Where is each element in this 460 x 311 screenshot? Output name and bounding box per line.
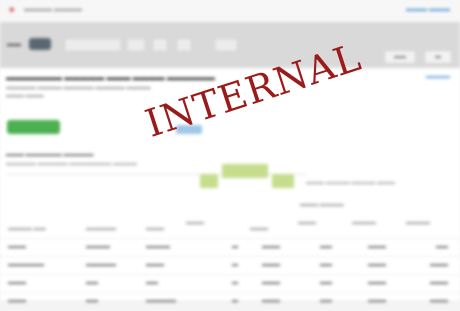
top-bar: ✦ ▬▬▬▬ ▬▬▬▬ ▬▬▬ ▬▬▬	[0, 0, 460, 23]
table-cell: ▬▬▬	[8, 244, 26, 250]
table-cell: ▬	[232, 244, 238, 250]
table-cell: ▬	[232, 262, 238, 268]
table-cell: ▬▬▬▬▬	[146, 298, 176, 304]
table-cell: ▬▬▬	[146, 262, 164, 268]
table-cell: ▬▬▬	[262, 244, 280, 250]
col-header-blurred[interactable]: ▬▬▬▬▬	[86, 226, 116, 232]
col-header-blurred[interactable]: ▬▬▬	[250, 226, 268, 232]
table-cell: ▬	[232, 298, 238, 304]
toolbar-field[interactable]	[64, 38, 122, 52]
col-header-blurred[interactable]: ▬▬▬▬	[352, 220, 376, 226]
timeline-block	[272, 174, 294, 188]
primary-action-button[interactable]	[7, 120, 60, 134]
table-cell: ▬▬▬	[368, 298, 386, 304]
table-cell: ▬▬▬	[430, 298, 448, 304]
table-cell: ▬▬▬	[430, 280, 448, 286]
table-cell: ▬▬▬	[8, 298, 26, 304]
record-title-blurred: ▬▬▬▬▬▬▬ ▬▬▬▬▬ ▬▬▬ ▬▬▬▬ ▬▬▬▬▬▬	[6, 73, 215, 82]
col-header-blurred[interactable]: ▬▬▬	[186, 220, 204, 226]
table-cell: ▬▬	[320, 262, 332, 268]
table-cell: ▬▬▬▬	[146, 244, 170, 250]
table-cell: ▬▬▬	[430, 262, 448, 268]
app-logo: ✦	[8, 5, 16, 15]
toolbar-field[interactable]	[126, 38, 146, 52]
toolbar-right-button[interactable]: ▬▬	[384, 50, 416, 64]
table-cell: ▬▬▬	[262, 298, 280, 304]
top-right-link-blurred[interactable]: ▬▬▬ ▬▬▬	[406, 6, 450, 13]
record-subtitle-blurred: ▬▬▬▬▬ ▬▬▬▬ ▬▬▬▬▬ ▬▬▬▬▬ ▬▬▬▬	[6, 85, 151, 91]
toolbar-field[interactable]	[176, 38, 192, 52]
toolbar-label-blurred: ▬▬	[7, 41, 21, 48]
table-cell: ▬▬▬	[368, 280, 386, 286]
table-cell: ▬▬▬	[368, 262, 386, 268]
section-sub-blurred: ▬▬▬▬▬ ▬▬▬▬▬ ▬▬▬▬▬▬▬ ▬▬▬▬	[6, 161, 138, 167]
table-row[interactable]: ▬▬▬ ▬▬▬▬ ▬▬▬▬ ▬ ▬▬▬ ▬▬ ▬▬▬ ▬▬	[0, 238, 460, 257]
table-cell: ▬▬	[146, 280, 158, 286]
toolbar-right-button[interactable]: ▬	[424, 50, 452, 64]
table-cell: ▬▬	[320, 298, 332, 304]
table-cell: ▬▬▬	[8, 280, 26, 286]
timeline-block	[200, 174, 218, 188]
record-subtitle-blurred: ▬▬▬ ▬▬▬	[6, 93, 44, 99]
table-cell: ▬▬	[86, 298, 98, 304]
table-cell: ▬▬▬▬▬	[86, 262, 116, 268]
toolbar-selected-pill[interactable]	[29, 38, 51, 50]
timeline-block	[222, 164, 268, 178]
table-cell: ▬▬▬▬	[86, 244, 110, 250]
table-cell: ▬▬▬▬▬▬	[8, 262, 44, 268]
col-header-blurred[interactable]: ▬▬▬▬	[406, 220, 430, 226]
table-cell: ▬▬▬	[262, 280, 280, 286]
app-title-blurred: ▬▬▬▬ ▬▬▬▬	[24, 6, 82, 13]
blurred-screen: ✦ ▬▬▬▬ ▬▬▬▬ ▬▬▬ ▬▬▬ ▬▬ ▬▬ ▬ ▬▬▬▬▬▬▬ ▬▬▬▬…	[0, 0, 460, 304]
col-header-blurred[interactable]: ▬▬▬	[298, 220, 316, 226]
toolbar-field[interactable]	[152, 38, 168, 52]
col-header-blurred[interactable]: ▬▬▬▬ ▬▬	[8, 226, 46, 232]
record-link-blurred[interactable]: ▬▬▬▬	[426, 74, 450, 80]
col-header-blurred[interactable]: ▬▬▬	[146, 226, 164, 232]
toolbar-field[interactable]	[214, 38, 238, 52]
table-cell: ▬▬	[436, 244, 448, 250]
table-row[interactable]: ▬▬▬▬▬▬ ▬▬▬▬▬ ▬▬▬ ▬ ▬▬▬ ▬▬ ▬▬▬ ▬▬▬	[0, 256, 460, 275]
table-row[interactable]: ▬▬▬ ▬▬ ▬▬ ▬ ▬▬▬ ▬▬ ▬▬▬ ▬▬▬	[0, 274, 460, 293]
table-cell: ▬▬	[86, 280, 98, 286]
table-header: ▬▬▬▬ ▬▬ ▬▬▬▬▬ ▬▬▬ ▬▬▬ ▬▬▬ ▬▬▬ ▬▬▬▬ ▬▬▬▬	[0, 218, 460, 240]
table-cell: ▬▬	[320, 280, 332, 286]
table-cell: ▬	[232, 280, 238, 286]
table-cell: ▬▬▬	[368, 244, 386, 250]
table-cell: ▬▬▬	[262, 262, 280, 268]
chart-legend-blurred: ▬▬▬ ▬▬▬▬ ▬▬▬▬ ▬▬▬	[306, 180, 396, 186]
section-label-blurred: ▬▬▬ ▬▬▬▬▬▬ ▬▬▬▬▬	[6, 152, 94, 158]
table-group-header-blurred: ▬▬▬ ▬▬▬▬	[300, 202, 344, 208]
table-cell: ▬▬	[320, 244, 332, 250]
table-row[interactable]: ▬▬▬ ▬▬ ▬▬▬▬▬ ▬ ▬▬▬ ▬▬ ▬▬▬ ▬▬▬	[0, 292, 460, 311]
